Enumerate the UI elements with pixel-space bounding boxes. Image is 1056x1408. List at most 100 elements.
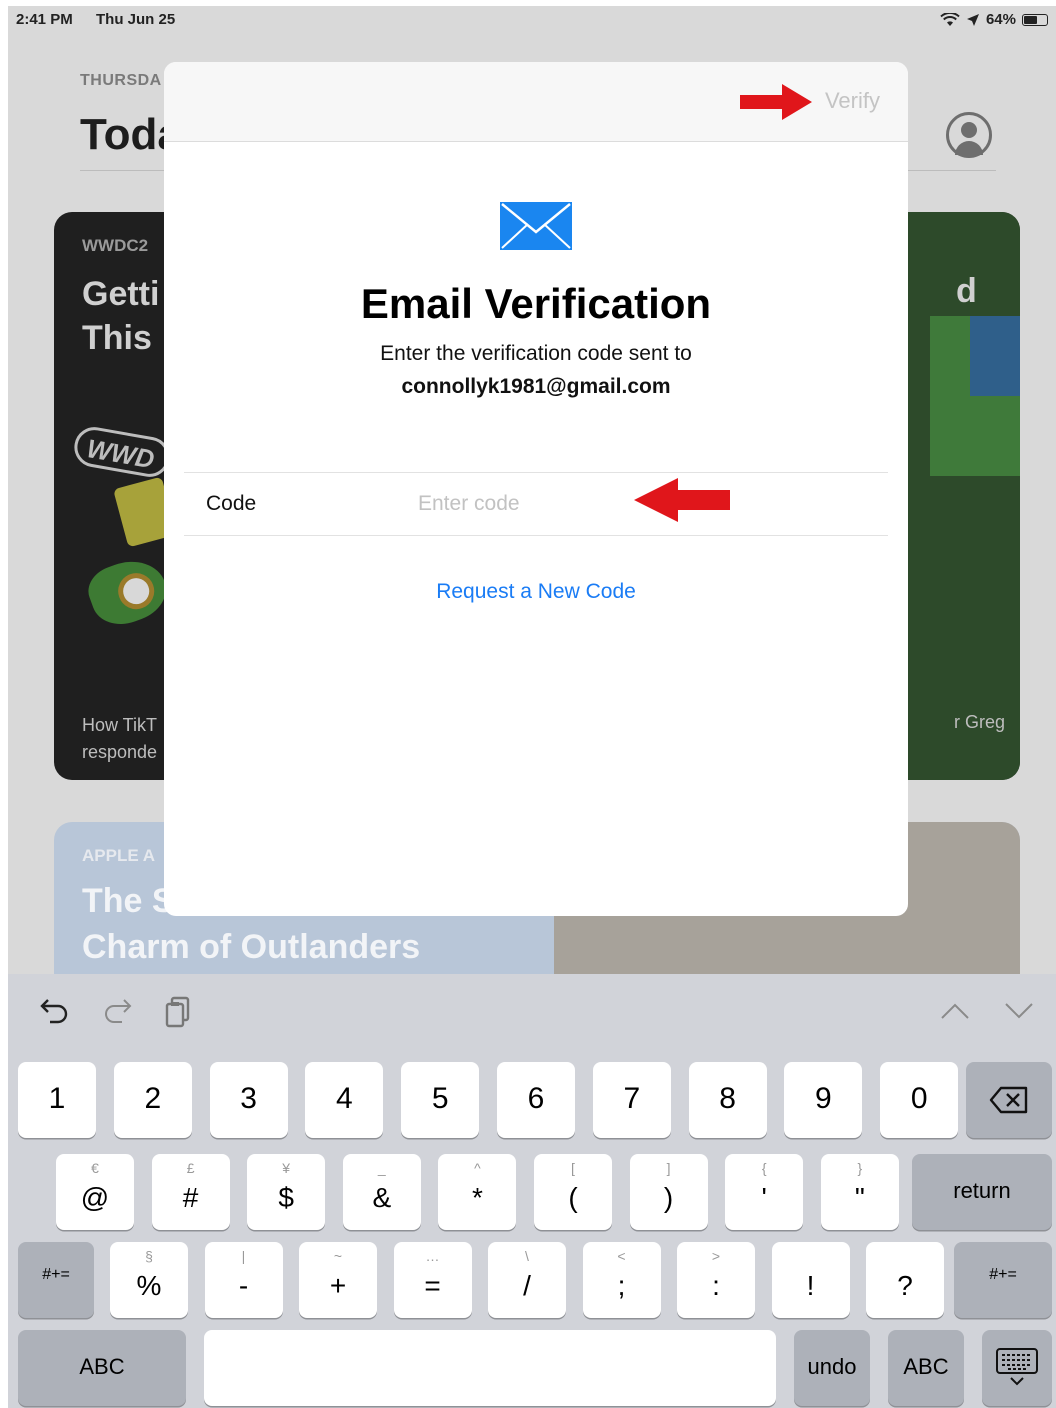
code-field-row: Code	[184, 472, 888, 536]
key-label: /	[523, 1270, 531, 1301]
key-symbol[interactable]: >:	[677, 1242, 755, 1318]
key-symbol[interactable]: §%	[110, 1242, 188, 1318]
card-headline-line: Charm of Outlanders	[82, 928, 421, 966]
return-key[interactable]: return	[912, 1154, 1052, 1230]
paste-icon[interactable]	[162, 994, 196, 1028]
card-headline: Getti This	[82, 272, 159, 360]
key-alt-label: ^	[474, 1160, 481, 1176]
key-symbol[interactable]: } "	[820, 1154, 899, 1230]
keyboard-toolbar	[8, 974, 1056, 1050]
key-alt-label: €	[91, 1160, 99, 1176]
key-symbol[interactable]: <;	[582, 1242, 661, 1318]
key-alt-label: <	[617, 1248, 626, 1264]
battery-percent: 64%	[985, 11, 1016, 28]
status-time: 2:41 PM	[16, 11, 73, 28]
key-alt-label: |	[241, 1248, 246, 1264]
space-bar[interactable]	[204, 1330, 776, 1406]
key-label: )	[663, 1182, 674, 1213]
wifi-icon	[940, 12, 960, 26]
sheet-title: Email Verification	[360, 280, 712, 327]
key-1[interactable]: 1	[18, 1062, 96, 1138]
code-input[interactable]	[418, 487, 618, 521]
shift-symbols-key-right[interactable]: #+=	[954, 1242, 1052, 1318]
key-symbol[interactable]: ])	[629, 1154, 708, 1230]
key-symbol[interactable]: \ /	[488, 1242, 566, 1318]
key-label: (	[568, 1182, 578, 1213]
key-symbol[interactable]: ^ *	[438, 1154, 517, 1230]
key-symbol[interactable]: !	[771, 1242, 850, 1318]
dismiss-keyboard-key[interactable]	[982, 1330, 1052, 1406]
key-2[interactable]: 2	[113, 1062, 192, 1138]
key-label: ;	[617, 1270, 626, 1301]
key-label: 3	[240, 1082, 257, 1115]
artwork-shape	[970, 316, 1020, 396]
key-symbol[interactable]: [(	[534, 1154, 612, 1230]
key-label: +	[329, 1270, 347, 1301]
key-3[interactable]: 3	[209, 1062, 288, 1138]
abc-key-left[interactable]: ABC	[18, 1330, 186, 1406]
wwdc-logo-icon: WWD	[71, 423, 173, 481]
key-symbol[interactable]: € @	[56, 1154, 134, 1230]
card-headline-line: This	[82, 319, 152, 357]
shift-symbols-key-left[interactable]: #+=	[18, 1242, 94, 1318]
key-label: =	[424, 1270, 441, 1301]
key-0[interactable]: 0	[880, 1062, 959, 1138]
key-9[interactable]: 9	[784, 1062, 863, 1138]
today-date: THURSDA	[80, 72, 162, 89]
key-alt-label: [	[571, 1160, 575, 1176]
keyboard-dismiss-icon	[996, 1348, 1038, 1386]
key-label: 8	[719, 1082, 736, 1115]
key-alt-label: §	[145, 1248, 153, 1264]
key-7[interactable]: 7	[592, 1062, 671, 1138]
code-label: Code	[206, 492, 257, 515]
key-symbol[interactable]: £ #	[151, 1154, 230, 1230]
verify-button[interactable]: Verify	[825, 88, 880, 114]
key-label: %	[136, 1270, 162, 1301]
key-label: &	[372, 1182, 392, 1213]
abc-key-right[interactable]: ABC	[888, 1330, 964, 1406]
key-6[interactable]: 6	[497, 1062, 575, 1138]
key-5[interactable]: 5	[401, 1062, 480, 1138]
card-headline-right: d	[956, 272, 977, 310]
flower-sticker-icon	[82, 550, 174, 634]
chevron-up-icon[interactable]	[938, 994, 972, 1028]
request-new-code-link[interactable]: Request a New Code	[164, 580, 908, 604]
undo-icon[interactable]	[38, 994, 72, 1028]
card-eyebrow: WWDC2	[82, 236, 149, 255]
key-symbol[interactable]: | -	[204, 1242, 283, 1318]
key-label: 6	[527, 1082, 545, 1115]
key-8[interactable]: 8	[688, 1062, 767, 1138]
undo-key[interactable]: undo	[794, 1330, 870, 1406]
card-eyebrow: APPLE A	[82, 846, 156, 865]
redo-icon[interactable]	[100, 994, 134, 1028]
undo-key-label: undo	[807, 1354, 857, 1379]
return-key-label: return	[953, 1178, 1011, 1203]
card-headline-line: Getti	[82, 275, 160, 313]
account-avatar-icon[interactable]	[946, 112, 992, 158]
key-symbol[interactable]: {'	[725, 1154, 804, 1230]
target-email: connollyk1981@gmail.com	[401, 375, 671, 398]
key-symbol[interactable]: … =	[393, 1242, 472, 1318]
key-alt-label: …	[425, 1248, 440, 1264]
key-symbol[interactable]: ~ +	[299, 1242, 377, 1318]
card-footer-line: responde	[82, 742, 158, 762]
key-symbol[interactable]: ¥ $	[247, 1154, 326, 1230]
chevron-down-icon[interactable]	[1002, 994, 1036, 1028]
key-symbol[interactable]: ?	[866, 1242, 944, 1318]
shift-key-label: #+=	[42, 1266, 70, 1283]
key-4[interactable]: 4	[305, 1062, 384, 1138]
battery-icon	[1022, 13, 1048, 26]
key-label: '	[761, 1182, 767, 1213]
key-label: @	[80, 1182, 110, 1213]
screen: 2:41 PM Thu Jun 25 64% THURSDA Toda WWDC…	[8, 6, 1056, 1408]
key-alt-label: {	[761, 1160, 767, 1176]
delete-key[interactable]	[966, 1062, 1052, 1138]
card-footer-line: How TikT	[82, 715, 158, 735]
key-alt-label: ¥	[282, 1160, 291, 1176]
key-symbol[interactable]: _ &	[342, 1154, 421, 1230]
key-label: 9	[815, 1082, 832, 1115]
key-alt-label: ~	[333, 1248, 343, 1264]
battery-level	[1024, 15, 1037, 24]
location-arrow-icon	[966, 13, 979, 26]
card-footer: How TikT responde	[82, 712, 157, 766]
